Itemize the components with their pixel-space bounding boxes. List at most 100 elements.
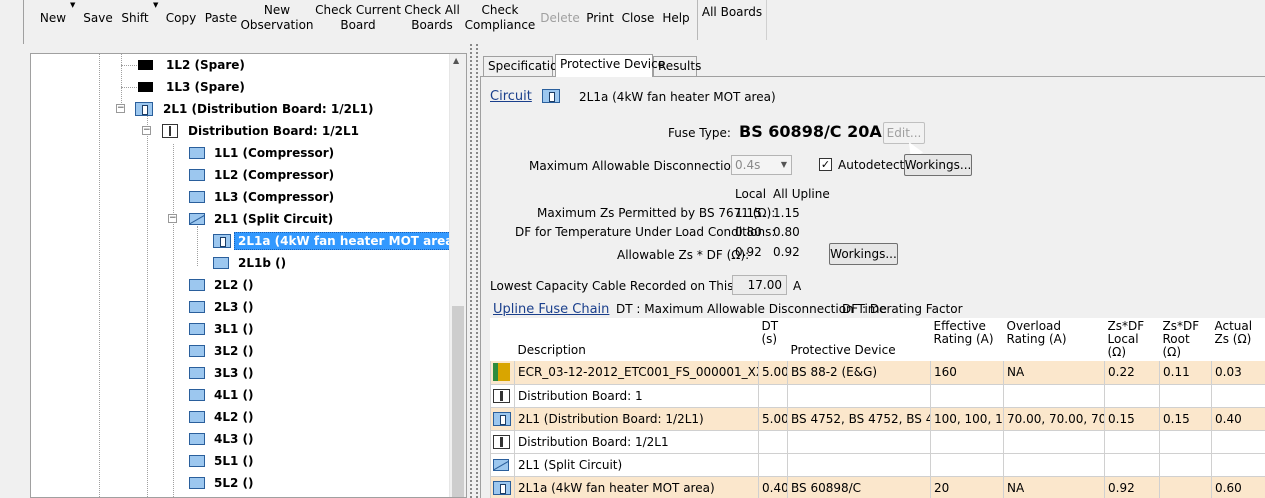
check-current-board-button[interactable]: Check Current Board xyxy=(315,0,401,36)
tree-item[interactable]: 4L1 () xyxy=(189,386,257,404)
tree-item-label: 2L1 (Distribution Board: 1/2L1) xyxy=(163,102,374,116)
device-cell xyxy=(787,384,931,408)
tree-item[interactable]: Distribution Board: 1/2L1 xyxy=(162,122,362,140)
upline-fuse-chain-link[interactable]: Upline Fuse Chain xyxy=(493,302,609,317)
collapse-toggle-icon[interactable]: − xyxy=(142,126,151,135)
tree-item[interactable]: 1L3 (Spare) xyxy=(138,78,248,96)
new-observation-button[interactable]: New Observation xyxy=(240,0,313,36)
upline-fuse-chain-grid[interactable]: Description DT (s) Protective Device Eff… xyxy=(490,318,1265,498)
tree-item[interactable]: 4L2 () xyxy=(189,408,257,426)
check-all-boards-button[interactable]: Check All Boards xyxy=(403,0,461,36)
table-row[interactable]: ECR_03-12-2012_ETC001_FS_000001_XXXXXX 5… xyxy=(490,361,1265,385)
column-header[interactable]: Actual Zs (Ω) xyxy=(1211,318,1265,361)
new-button[interactable]: New xyxy=(36,0,70,36)
df-temperature-upline: 0.80 xyxy=(773,225,800,239)
tree-item-label: 3L2 () xyxy=(214,344,254,358)
actual-zs-cell: 0.40 xyxy=(1211,407,1265,431)
table-row[interactable]: 2L1 (Split Circuit) xyxy=(490,453,1265,477)
tab-specification[interactable]: Specification xyxy=(483,56,565,76)
tree-item-label: Distribution Board: 1/2L1 xyxy=(188,124,359,138)
scrollbar-thumb[interactable] xyxy=(452,306,464,497)
circuit-link[interactable]: Circuit xyxy=(490,89,532,104)
tree-item-selected[interactable]: 2L1a (4kW fan heater MOT area) xyxy=(213,232,463,250)
circuit-name: 2L1a (4kW fan heater MOT area) xyxy=(579,90,776,104)
table-row[interactable]: Distribution Board: 1 xyxy=(490,384,1265,408)
table-row[interactable]: Distribution Board: 1/2L1 xyxy=(490,430,1265,454)
chevron-down-icon: ▼ xyxy=(780,160,787,169)
overload-rating-cell xyxy=(1003,453,1105,477)
dt-cell xyxy=(758,384,788,408)
table-row[interactable]: 2L1 (Distribution Board: 1/2L1) 5.00 BS … xyxy=(490,407,1265,431)
tree-item-label: 1L1 (Compressor) xyxy=(214,146,335,160)
column-header[interactable]: Overload Rating (A) xyxy=(1003,318,1105,361)
overload-rating-cell xyxy=(1003,430,1105,454)
collapse-toggle-icon[interactable]: − xyxy=(168,214,177,223)
tree-item[interactable]: 5L2 () xyxy=(189,474,257,492)
tree-item[interactable]: 2L3 () xyxy=(189,298,257,316)
tree-item[interactable]: 1L1 (Compressor) xyxy=(189,144,337,162)
lowest-capacity-field: 17.00 xyxy=(732,275,787,295)
actual-zs-cell xyxy=(1211,453,1265,477)
tree-guide-line xyxy=(121,54,122,109)
column-header[interactable]: Zs*DF Root (Ω) xyxy=(1159,318,1212,361)
zsdf-local-cell: 0.92 xyxy=(1104,476,1160,498)
autodetect-checkbox[interactable]: ✓ xyxy=(819,158,832,171)
row-icon-cell xyxy=(490,361,515,385)
circuit-tree[interactable]: − − − 1L2 (Spare) 1L3 (Spare) 2L1 (Distr… xyxy=(30,53,467,498)
dt-cell: 5.00 xyxy=(758,407,788,431)
delete-button[interactable]: Delete xyxy=(540,0,580,36)
new-dropdown-arrow-icon[interactable]: ▼ xyxy=(70,1,75,9)
column-header[interactable]: Protective Device xyxy=(787,318,931,361)
close-button[interactable]: Close xyxy=(620,0,656,36)
tree-item[interactable]: 3L1 () xyxy=(189,320,257,338)
tree-item[interactable]: 2L1 (Distribution Board: 1/2L1) xyxy=(135,100,376,118)
allowable-zs-local: 0.92 xyxy=(735,245,762,259)
scroll-up-arrow-icon[interactable]: ▲ xyxy=(453,56,459,65)
tree-item[interactable]: 2L2 () xyxy=(189,276,257,294)
dt-cell xyxy=(758,430,788,454)
distribution-circuit-icon xyxy=(542,89,560,103)
paste-button[interactable]: Paste xyxy=(203,0,239,36)
collapse-toggle-icon[interactable]: − xyxy=(116,104,125,113)
column-header[interactable]: DT (s) xyxy=(758,318,788,361)
tree-item[interactable]: 3L3 () xyxy=(189,364,257,382)
edit-button[interactable]: Edit... xyxy=(883,122,925,144)
tree-item[interactable]: 3L2 () xyxy=(189,342,257,360)
tree-scrollbar[interactable]: ▲ xyxy=(449,54,466,497)
workings-button[interactable]: Workings... xyxy=(904,154,972,176)
tree-item[interactable]: 5L1 () xyxy=(189,452,257,470)
zsdf-root-cell xyxy=(1159,384,1212,408)
tree-item-label: 4L3 () xyxy=(214,432,254,446)
tree-item-label: 5L2 () xyxy=(214,476,254,490)
save-button[interactable]: Save xyxy=(82,0,114,36)
column-header[interactable]: Effective Rating (A) xyxy=(930,318,1004,361)
toolbar-edge xyxy=(23,0,24,44)
tree-item[interactable]: 2L1b () xyxy=(213,254,289,272)
tree-item-label: 1L3 (Spare) xyxy=(166,80,245,94)
copy-button[interactable]: Copy xyxy=(163,0,199,36)
shift-button[interactable]: Shift xyxy=(118,0,152,36)
help-button[interactable]: Help xyxy=(659,0,693,36)
row-icon-cell xyxy=(490,384,515,408)
tree-item[interactable]: 2L1 (Split Circuit) xyxy=(189,210,336,228)
circuit-icon xyxy=(189,433,205,445)
shift-dropdown-arrow-icon[interactable]: ▼ xyxy=(153,1,158,9)
tree-item[interactable]: 4L3 () xyxy=(189,430,257,448)
zsdf-root-cell: 0.15 xyxy=(1159,407,1212,431)
print-button[interactable]: Print xyxy=(583,0,617,36)
workings-button-2[interactable]: Workings... xyxy=(829,243,898,265)
tab-protective-device[interactable]: Protective Device xyxy=(555,54,665,77)
tree-item[interactable]: 1L3 (Compressor) xyxy=(189,188,337,206)
row-icon-cell xyxy=(490,476,515,498)
table-row[interactable]: 2L1a (4kW fan heater MOT area) 0.40 BS 6… xyxy=(490,476,1265,498)
column-header[interactable]: Zs*DF Local (Ω) xyxy=(1104,318,1160,361)
panel-splitter[interactable] xyxy=(470,44,478,498)
tree-item[interactable]: 1L2 (Spare) xyxy=(138,56,248,74)
column-header[interactable]: Description xyxy=(514,318,759,361)
effective-rating-cell xyxy=(930,430,1004,454)
dt-cell: 5.00 xyxy=(758,361,788,385)
all-boards-button[interactable]: All Boards xyxy=(701,0,763,30)
check-compliance-button[interactable]: Check Compliance xyxy=(463,0,537,36)
tree-item[interactable]: 1L2 (Compressor) xyxy=(189,166,337,184)
max-disconnection-time-select[interactable]: 0.4s ▼ xyxy=(731,155,792,175)
